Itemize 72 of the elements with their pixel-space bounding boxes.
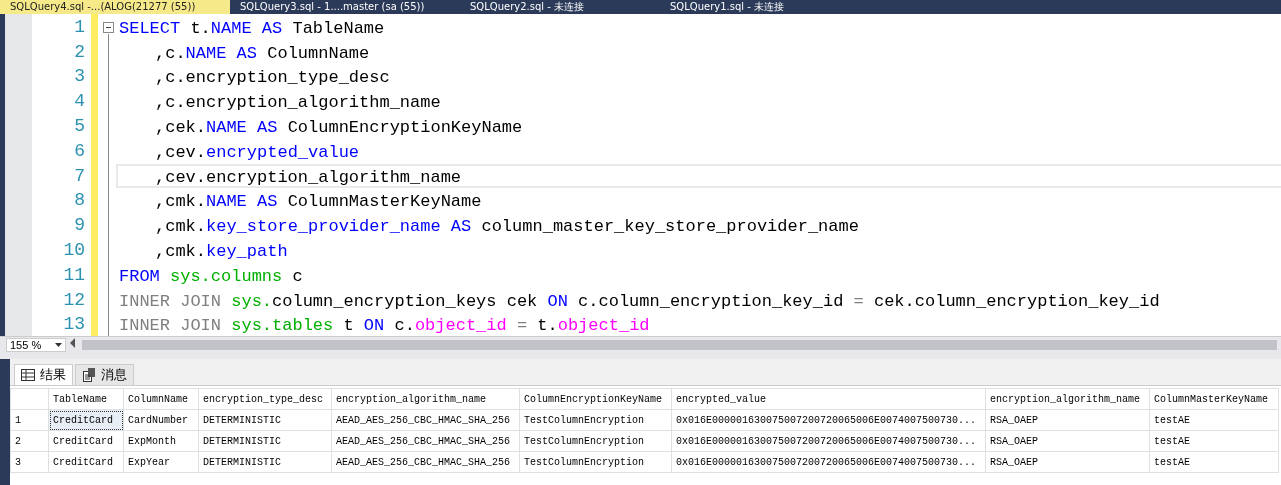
grid-icon (21, 369, 35, 382)
table-cell: RSA_OAEP (985, 451, 1150, 473)
column-header[interactable]: encryption_type_desc (198, 388, 332, 410)
code-line: ,c.encryption_type_desc (154, 67, 391, 90)
caret-icon (55, 343, 62, 348)
table-cell: TestColumnEncryption (519, 430, 672, 452)
document-tab[interactable]: SQLQuery3.sql - 1....master (sa (55)) (230, 0, 460, 14)
column-header[interactable]: encryption_algorithm_name (331, 388, 520, 410)
line-number: 13 (62, 313, 85, 337)
table-cell: AEAD_AES_256_CBC_HMAC_SHA_256 (331, 409, 520, 431)
code-line: ,cek.NAME AS ColumnEncryptionKeyName (154, 116, 524, 139)
table-cell: CreditCard (48, 430, 124, 452)
document-tab[interactable]: SQLQuery1.sql - 未连接 (660, 0, 860, 14)
column-header[interactable]: ColumnName (123, 388, 199, 410)
line-number: 12 (62, 288, 85, 312)
document-tab[interactable]: SQLQuery4.sql -...(ALOG(21277 (55)) (0, 0, 230, 14)
zoom-dropdown[interactable]: 155 % (6, 338, 66, 353)
horizontal-scrollbar[interactable] (82, 340, 1277, 351)
table-cell: ExpYear (123, 451, 199, 473)
row-number: 1 (10, 409, 49, 431)
table-cell: DETERMINISTIC (198, 430, 332, 452)
code-line: ,cmk.key_path (154, 240, 289, 263)
line-number: 10 (62, 238, 85, 262)
code-line: ,c.encryption_algorithm_name (154, 92, 442, 114)
code-line: ,cev.encryption_algorithm_name (116, 163, 1281, 189)
line-number: 9 (73, 214, 85, 238)
column-header[interactable]: TableName (48, 388, 124, 410)
column-header[interactable]: ColumnMasterKeyName (1149, 388, 1279, 410)
table-cell: 0x016E000001630075007200720065006E0074007500730... (671, 409, 986, 431)
document-tab[interactable]: SQLQuery2.sql - 未连接 (460, 0, 660, 14)
table-cell: CreditCard (48, 451, 124, 473)
line-number: 2 (73, 40, 85, 64)
collapse-icon[interactable] (103, 21, 114, 33)
column-header[interactable]: encrypted_value (671, 388, 986, 410)
line-number: 8 (73, 189, 85, 213)
document-icon (82, 368, 96, 383)
table-cell: DETERMINISTIC (198, 451, 332, 473)
code-line: ,cmk.key_store_provider_name AS column_master_key_store_provider_name (154, 216, 860, 238)
code-line: FROM sys.columns c (118, 265, 304, 288)
table-cell: testAE (1149, 451, 1279, 473)
table-cell: ExpMonth (123, 430, 199, 452)
table-cell: RSA_OAEP (985, 430, 1150, 452)
code-line: ,cev.encrypted_value (154, 141, 361, 164)
table-cell: 0x016E000001630075007200720065006E0074007500730... (671, 430, 986, 452)
line-number: 11 (62, 263, 85, 287)
row-number: 2 (10, 430, 49, 452)
table-cell: 0x016E000001630075007200720065006E0074007500730... (671, 451, 986, 473)
code-line: ,cmk.NAME AS ColumnMasterKeyName (154, 191, 483, 214)
table-cell: testAE (1149, 430, 1279, 452)
code-line: INNER JOIN sys.column_encryption_keys cek ON c.column_encryption_key_id = cek.column_encryption_key_id (118, 290, 1161, 313)
column-header[interactable]: encryption_algorithm_name (985, 388, 1150, 410)
table-cell: testAE (1149, 409, 1279, 431)
table-cell: AEAD_AES_256_CBC_HMAC_SHA_256 (331, 451, 520, 473)
results-tab[interactable]: 结果 (14, 364, 73, 386)
table-cell: AEAD_AES_256_CBC_HMAC_SHA_256 (331, 430, 520, 452)
line-number: 1 (73, 15, 85, 39)
table-cell: TestColumnEncryption (519, 451, 672, 473)
line-number: 6 (73, 139, 85, 163)
code-line: INNER JOIN sys.tables t ON c.object_id = t.object_id (118, 315, 651, 337)
code-line: SELECT t.NAME AS TableName (118, 17, 386, 40)
code-line: ,c.NAME AS ColumnName (154, 42, 371, 65)
column-header[interactable]: ColumnEncryptionKeyName (519, 388, 672, 410)
line-number: 4 (73, 90, 85, 114)
row-number: 3 (10, 451, 49, 473)
results-tab[interactable]: 消息 (75, 364, 134, 386)
line-number: 7 (73, 164, 85, 188)
table-cell: TestColumnEncryption (519, 409, 672, 431)
line-number: 5 (73, 114, 85, 138)
line-number: 3 (73, 65, 85, 89)
table-cell: DETERMINISTIC (198, 409, 332, 431)
table-cell: CardNumber (123, 409, 199, 431)
table-cell: RSA_OAEP (985, 409, 1150, 431)
